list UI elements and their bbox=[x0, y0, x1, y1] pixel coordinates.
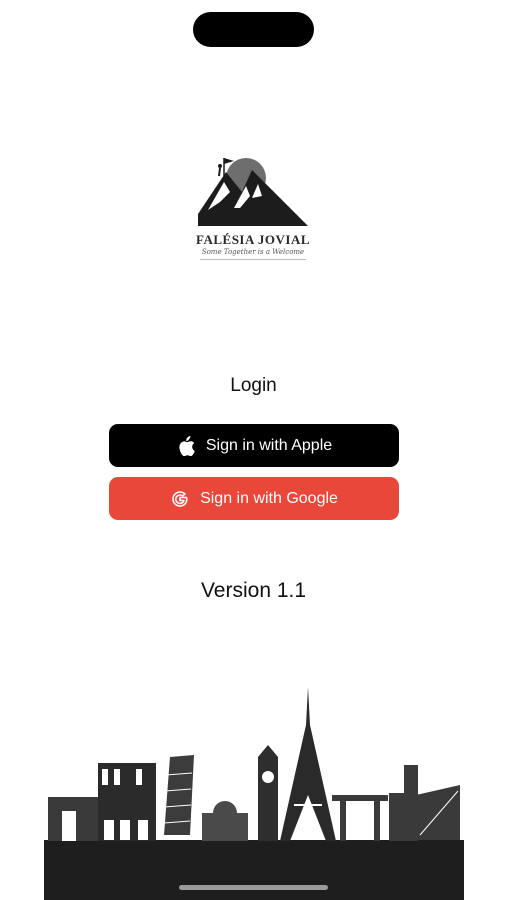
brand-name: FALÉSIA JOVIAL bbox=[196, 232, 311, 247]
home-indicator[interactable] bbox=[179, 885, 328, 890]
brand-tagline: Some Together is a Welcome bbox=[201, 248, 305, 256]
sign-in-apple-label: Sign in with Apple bbox=[205, 436, 333, 454]
apple-logo-icon bbox=[176, 435, 196, 456]
sign-in-google-label: Sign in with Google bbox=[200, 489, 338, 507]
login-title: Login bbox=[230, 375, 277, 396]
sign-in-apple-button[interactable]: Sign in with Apple bbox=[109, 424, 399, 467]
brand-divider bbox=[200, 259, 306, 260]
google-g-icon bbox=[170, 489, 190, 509]
dynamic-island bbox=[193, 12, 314, 47]
version-label: Version 1.1 bbox=[200, 579, 307, 602]
brand-logo: FALÉSIA JOVIAL Some Together is a Welcom… bbox=[196, 152, 310, 264]
city-skyline-illustration bbox=[44, 685, 464, 900]
mountain-logo-icon bbox=[198, 158, 308, 226]
sign-in-google-button[interactable]: Sign in with Google bbox=[109, 477, 399, 520]
